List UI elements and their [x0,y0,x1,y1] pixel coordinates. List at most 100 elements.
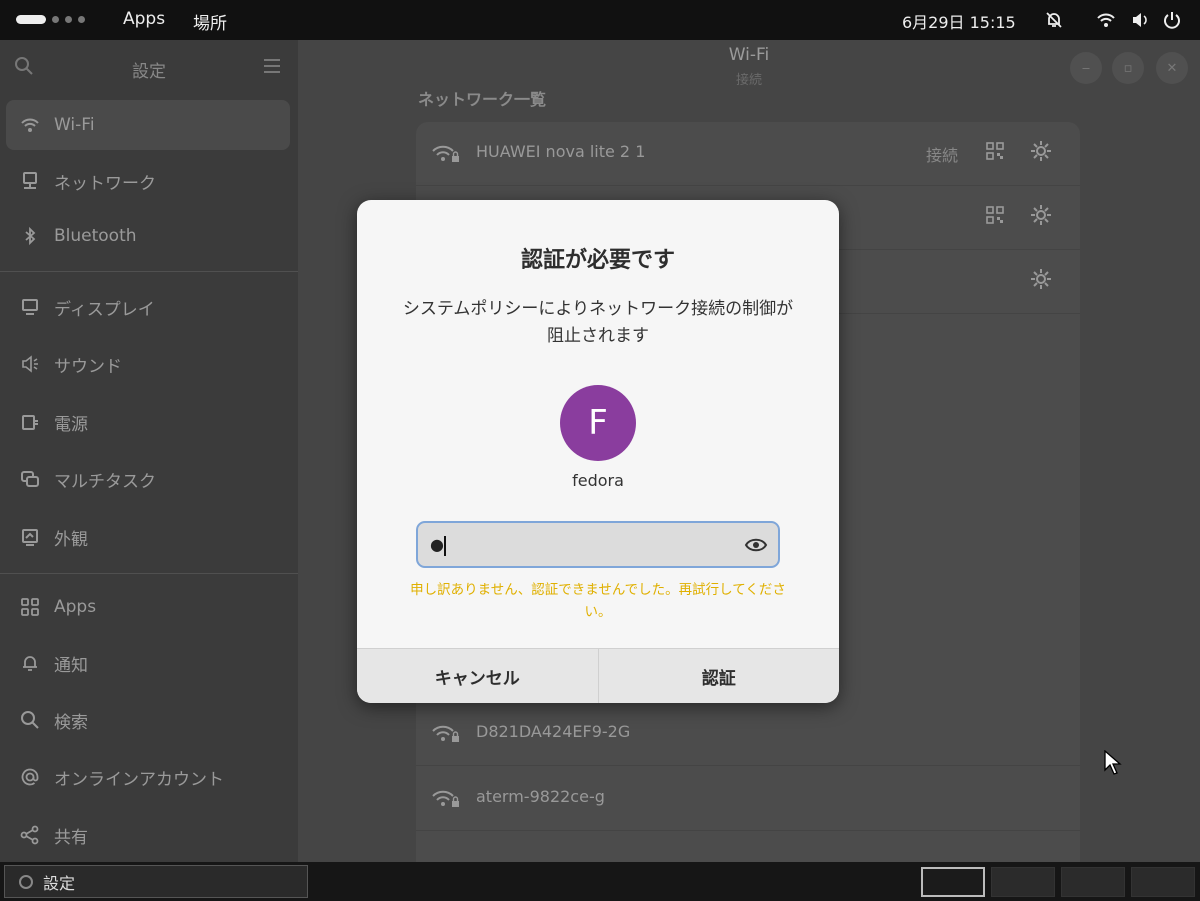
places-menu[interactable]: 場所 [193,9,227,34]
cancel-button[interactable]: キャンセル [357,649,598,703]
sidebar: 設定 Wi-Fi ネットワーク Bluetooth ディスプレイ サウンド 電源… [0,40,298,862]
network-row[interactable]: aterm-9822ce-g [416,767,1080,831]
sidebar-item-label: Bluetooth [54,226,137,246]
notifications-off-icon[interactable] [1042,8,1066,32]
wifi-secure-icon [432,724,460,748]
workspace-thumbnail[interactable] [1131,867,1195,897]
bluetooth-icon [18,224,42,248]
sidebar-item-label: 共有 [54,827,88,848]
qr-code-icon[interactable] [986,206,1004,228]
apps-icon [18,595,42,619]
wifi-secure-icon [432,789,460,813]
sidebar-item-label: 検索 [54,712,88,733]
network-name: aterm-9822ce-g [476,787,605,806]
dialog-title: 認証が必要です [520,248,675,273]
appearance-icon [18,525,42,549]
workspace-thumbnail[interactable] [921,867,985,897]
sidebar-item-label: オンラインアカウント [54,769,224,790]
share-icon [18,823,42,847]
sidebar-item-label: 外観 [54,529,88,550]
taskbar: 設定 [0,862,1200,901]
workspace-dot [78,16,85,23]
sidebar-item-label: Wi-Fi [54,115,95,135]
sidebar-item-bluetooth[interactable]: Bluetooth [6,211,290,261]
sidebar-item-multitasking[interactable]: マルチタスク [6,454,290,504]
maximize-button[interactable]: ▫ [1112,52,1144,84]
qr-code-icon[interactable] [986,142,1004,164]
taskbar-settings-item[interactable]: 設定 [4,865,308,898]
sidebar-item-label: サウンド [54,356,122,377]
hamburger-menu-icon[interactable] [262,56,282,80]
top-bar: Apps 場所 6月29日 15:15 [0,0,1200,40]
sidebar-title: 設定 [132,62,166,82]
workspace-dot [65,16,72,23]
sidebar-separator [0,573,298,574]
at-icon [18,765,42,789]
sidebar-item-appearance[interactable]: 外観 [6,512,290,562]
sidebar-item-label: ネットワーク [54,173,156,194]
wifi-status-icon[interactable] [1094,8,1118,32]
gear-icon[interactable] [1030,268,1052,294]
multitasking-icon [18,467,42,491]
sidebar-item-notifications[interactable]: 通知 [6,638,290,688]
app-icon [19,874,33,889]
sidebar-item-label: 通知 [54,655,88,676]
network-row[interactable]: D821DA424EF9-2G [416,702,1080,766]
power-menu-icon[interactable] [1160,8,1184,32]
sidebar-item-sharing[interactable]: 共有 [6,810,290,860]
sidebar-item-label: Apps [54,597,97,617]
dialog-buttons: キャンセル 認証 [357,648,839,703]
network-status: 接続 [926,146,959,165]
sidebar-item-label: ディスプレイ [54,299,155,320]
taskbar-item-label: 設定 [43,873,76,893]
panel-title: Wi-Fi [728,45,770,65]
error-message: 申し訳ありません、認証できませんでした。再試行してください。 [410,582,786,620]
network-name: D821DA424EF9-2G [476,722,631,741]
sidebar-item-search[interactable]: 検索 [6,695,290,745]
bell-icon [18,651,42,675]
gear-icon[interactable] [1030,140,1052,166]
sidebar-item-apps[interactable]: Apps [6,582,290,632]
sidebar-item-power[interactable]: 電源 [6,397,290,447]
authentication-dialog: 認証が必要です システムポリシーによりネットワーク接続の制御が阻止されます F … [357,200,839,703]
display-icon [18,295,42,319]
active-workspace-pill [16,15,46,24]
minimize-button[interactable]: ‒ [1070,52,1102,84]
wifi-secure-icon [432,144,460,168]
sidebar-separator [0,271,298,272]
search-icon [18,708,42,732]
username: fedora [572,471,624,490]
power-icon [18,410,42,434]
network-name: HUAWEI nova lite 2 1 [476,142,646,161]
avatar: F [560,385,636,461]
workspace-thumbnail[interactable] [991,867,1055,897]
sidebar-item-display[interactable]: ディスプレイ [6,282,290,332]
authenticate-button[interactable]: 認証 [597,649,839,703]
workspace-dot [52,16,59,23]
mouse-pointer-icon [1104,749,1122,780]
text-caret [444,536,446,556]
workspace-thumbnail[interactable] [1061,867,1125,897]
sidebar-item-network[interactable]: ネットワーク [6,156,290,206]
network-icon [18,169,42,193]
sidebar-item-sound[interactable]: サウンド [6,339,290,389]
apps-menu[interactable]: Apps [123,9,165,29]
sidebar-item-online-accounts[interactable]: オンラインアカウント [6,752,290,802]
close-button[interactable]: ✕ [1156,52,1188,84]
password-value: ● [430,535,444,554]
gear-icon[interactable] [1030,204,1052,230]
network-section-title: ネットワーク一覧 [418,90,547,109]
password-field[interactable]: ● [416,521,780,568]
workspace-indicator[interactable] [16,15,85,24]
volume-icon[interactable] [1128,8,1152,32]
sidebar-item-label: マルチタスク [54,471,156,492]
network-row[interactable]: HUAWEI nova lite 2 1 接続 [416,122,1080,186]
sidebar-item-wifi[interactable]: Wi-Fi [6,100,290,150]
wifi-icon [18,113,42,137]
eye-icon[interactable] [744,533,768,561]
sidebar-header: 設定 [0,40,298,92]
sound-icon [18,352,42,376]
sidebar-item-label: 電源 [54,414,88,435]
dialog-message: システムポリシーによりネットワーク接続の制御が阻止されます [402,299,794,346]
clock[interactable]: 6月29日 15:15 [902,9,1016,33]
